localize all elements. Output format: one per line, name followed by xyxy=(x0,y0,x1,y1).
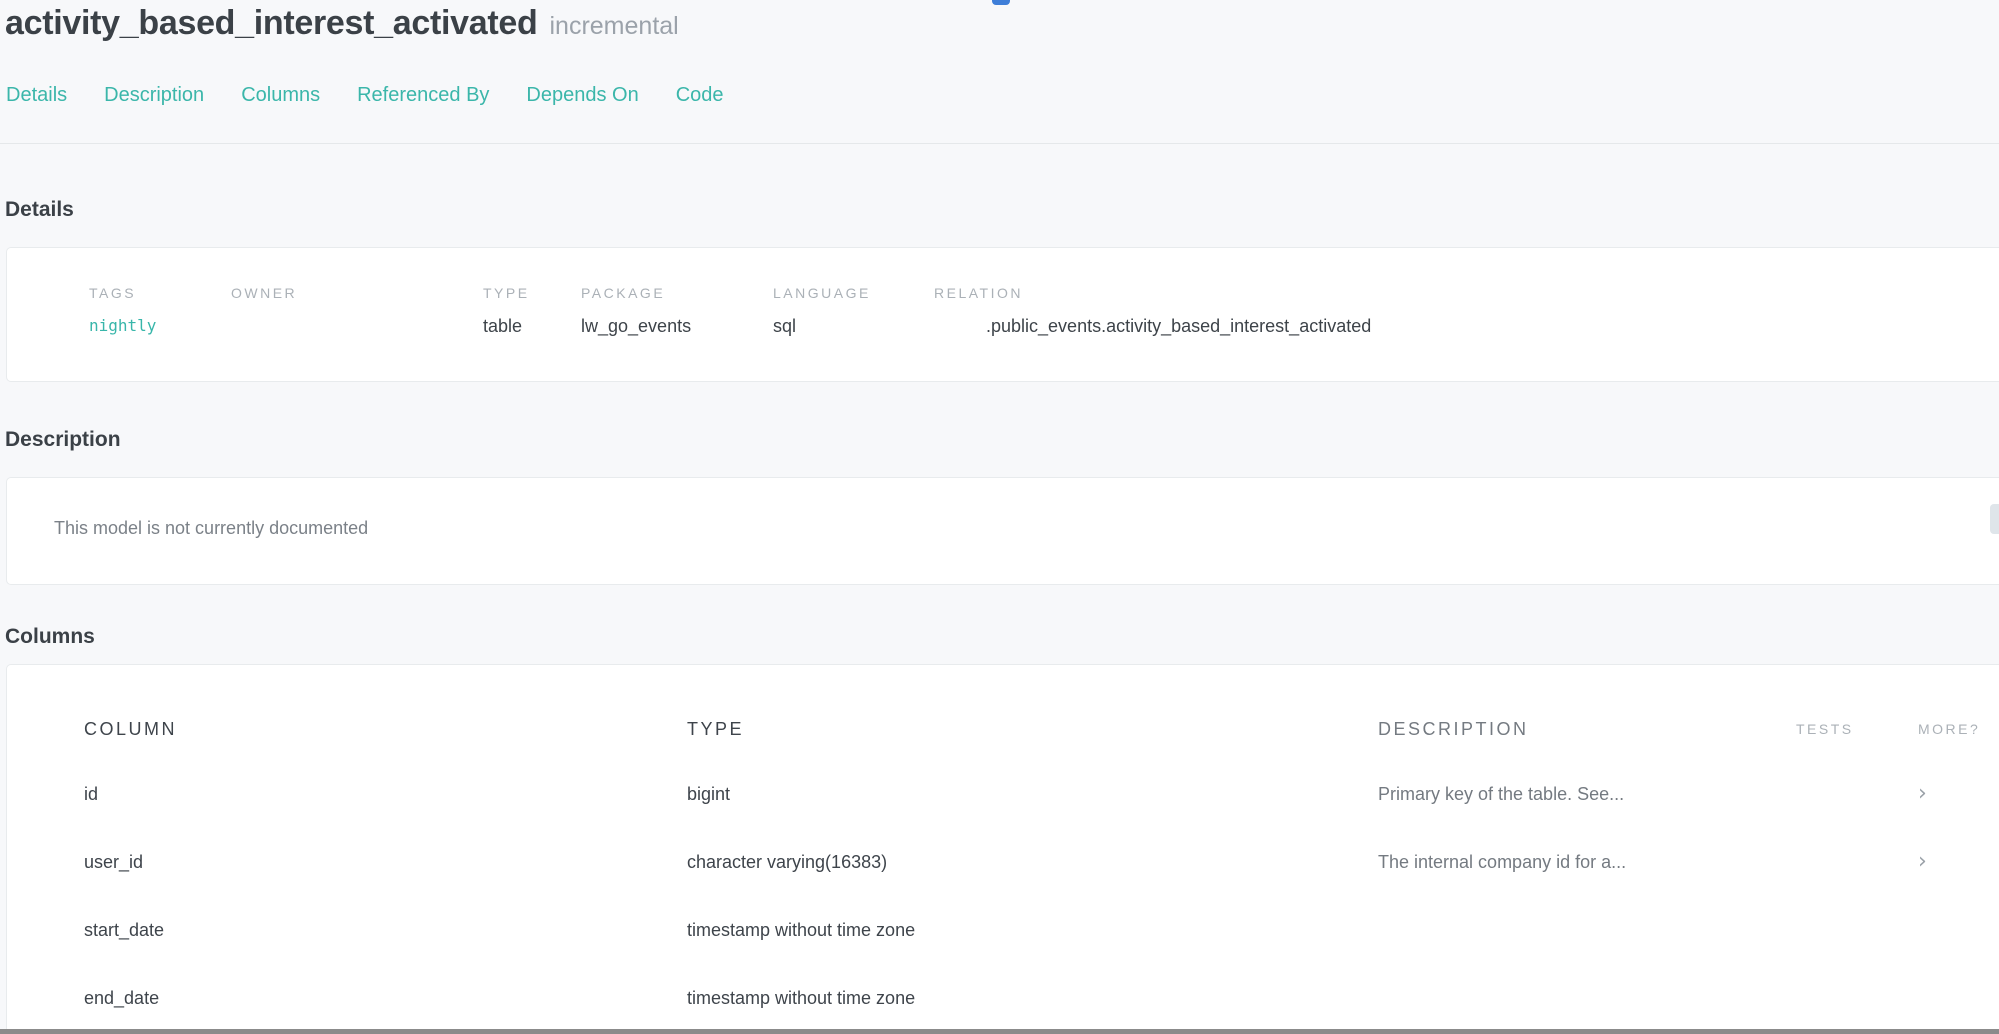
column-type: timestamp without time zone xyxy=(687,988,1378,1009)
tab-description[interactable]: Description xyxy=(104,82,204,108)
column-name: user_id xyxy=(7,852,687,873)
table-row-start-date[interactable]: start_date timestamp without time zone xyxy=(7,896,1999,964)
header-type: Type xyxy=(687,721,1378,738)
field-language-label: Language xyxy=(773,285,871,302)
bottom-edge-bar xyxy=(0,1029,1999,1034)
page-header: activity_based_interest_activated increme… xyxy=(5,0,1905,46)
header-divider xyxy=(0,143,1999,144)
details-section-heading: Details xyxy=(5,196,74,224)
tab-referenced-by[interactable]: Referenced By xyxy=(357,82,489,108)
field-package-value: lw_go_events xyxy=(581,314,691,338)
table-row-end-date[interactable]: end_date timestamp without time zone xyxy=(7,964,1999,1032)
column-type: timestamp without time zone xyxy=(687,920,1378,941)
field-language-value: sql xyxy=(773,314,796,338)
field-owner-label: Owner xyxy=(231,285,297,302)
tag-link-nightly[interactable]: nightly xyxy=(89,314,156,338)
field-tags-label: Tags xyxy=(89,285,136,302)
column-name: id xyxy=(7,784,687,805)
tab-depends-on[interactable]: Depends On xyxy=(526,82,638,108)
section-tab-nav: Details Description Columns Referenced B… xyxy=(6,82,724,108)
description-section-heading: Description xyxy=(5,426,121,454)
chevron-right-icon[interactable]: › xyxy=(1918,849,1927,874)
column-description: Primary key of the table. See... xyxy=(1378,784,1796,805)
column-type: character varying(16383) xyxy=(687,852,1378,873)
page-title: activity_based_interest_activated xyxy=(5,4,538,42)
tab-code[interactable]: Code xyxy=(676,82,724,108)
materialization-badge: incremental xyxy=(550,12,679,40)
columns-table-header: Column Type Description Tests More? xyxy=(7,665,1999,738)
columns-section-heading: Columns xyxy=(5,623,95,651)
field-type-value: table xyxy=(483,314,522,338)
right-edge-cutoff-element xyxy=(1990,504,1999,534)
columns-card: Column Type Description Tests More? id b… xyxy=(6,664,1999,1034)
field-relation-label: Relation xyxy=(934,285,1023,302)
table-row-id[interactable]: id bigint Primary key of the table. See.… xyxy=(7,760,1999,828)
field-relation-value: .public_events.activity_based_interest_a… xyxy=(986,314,1371,338)
header-column: Column xyxy=(7,721,687,738)
description-text: This model is not currently documented xyxy=(54,516,368,540)
column-description: The internal company id for a... xyxy=(1378,852,1796,873)
column-name: start_date xyxy=(7,920,687,941)
table-row-user-id[interactable]: user_id character varying(16383) The int… xyxy=(7,828,1999,896)
details-card: Tags nightly Owner Type table Package lw… xyxy=(6,247,1999,382)
description-card: This model is not currently documented xyxy=(6,477,1999,585)
field-type-label: Type xyxy=(483,285,530,302)
header-tests: Tests xyxy=(1796,721,1888,738)
header-description: Description xyxy=(1378,721,1796,738)
field-package-label: Package xyxy=(581,285,665,302)
tab-details[interactable]: Details xyxy=(6,82,67,108)
column-type: bigint xyxy=(687,784,1378,805)
column-name: end_date xyxy=(7,988,687,1009)
chevron-right-icon[interactable]: › xyxy=(1918,781,1927,806)
tab-columns[interactable]: Columns xyxy=(241,82,320,108)
columns-table-body: id bigint Primary key of the table. See.… xyxy=(7,760,1999,1032)
header-more: More? xyxy=(1888,721,1999,738)
